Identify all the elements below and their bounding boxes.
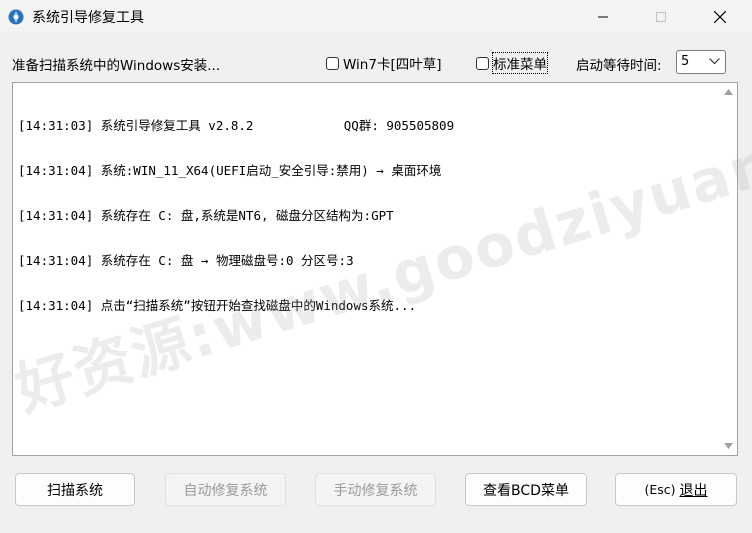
auto-repair-button[interactable]: 自动修复系统 <box>165 473 286 506</box>
exit-button[interactable]: (Esc) 退出 <box>615 473 737 506</box>
app-icon <box>8 9 24 25</box>
title-bar[interactable]: 系统引导修复工具 <box>0 0 752 33</box>
maximize-button[interactable] <box>638 0 684 33</box>
exit-shortcut-label: (Esc) <box>644 482 680 497</box>
exit-label: 退出 <box>679 482 708 499</box>
log-scrollbar[interactable] <box>720 83 737 455</box>
status-text: 准备扫描系统中的Windows安装... <box>12 58 221 74</box>
checkbox-box[interactable] <box>326 56 339 70</box>
minimize-icon <box>598 16 608 17</box>
win7-card-checkbox-label: Win7卡[四叶草] <box>343 57 442 73</box>
log-lines: [14:31:03] 系统引导修复工具 v2.8.2 QQ群: 90550580… <box>18 88 454 343</box>
log-line: [14:31:04] 系统存在 C: 盘,系统是NT6, 磁盘分区结构为:GPT <box>18 208 394 223</box>
scan-system-button[interactable]: 扫描系统 <box>15 473 135 506</box>
wait-time-select[interactable]: 5 <box>676 50 726 74</box>
window-title: 系统引导修复工具 <box>32 10 144 26</box>
wait-time-value: 5 <box>681 54 690 69</box>
view-bcd-menu-button[interactable]: 查看BCD菜单 <box>465 473 587 506</box>
manual-repair-button[interactable]: 手动修复系统 <box>315 473 436 506</box>
log-line: [14:31:03] 系统引导修复工具 v2.8.2 QQ群: 90550580… <box>18 118 455 133</box>
scroll-down-icon[interactable] <box>724 443 733 449</box>
close-button[interactable] <box>697 0 743 33</box>
maximize-icon <box>656 11 666 22</box>
chevron-down-icon <box>709 58 720 65</box>
log-line: [14:31:04] 点击“扫描系统”按钮开始查找磁盘中的Windows系统..… <box>18 298 417 313</box>
win7-card-checkbox[interactable]: Win7卡[四叶草] <box>326 53 441 73</box>
log-output[interactable]: [14:31:03] 系统引导修复工具 v2.8.2 QQ群: 90550580… <box>12 82 738 456</box>
app-window: 系统引导修复工具 准备扫描系统中的Windows安装... Win7卡[四叶草]… <box>0 0 752 533</box>
log-line: [14:31:04] 系统:WIN_11_X64(UEFI启动_安全引导:禁用)… <box>18 163 442 178</box>
standard-menu-checkbox-label: 标准菜单 <box>492 52 548 74</box>
minimize-button[interactable] <box>580 0 626 33</box>
scroll-up-icon[interactable] <box>724 89 733 95</box>
close-icon <box>714 10 726 23</box>
standard-menu-checkbox[interactable]: 标准菜单 <box>476 52 548 74</box>
log-line: [14:31:04] 系统存在 C: 盘 → 物理磁盘号:0 分区号:3 <box>18 253 354 268</box>
checkbox-box[interactable] <box>476 56 489 70</box>
wait-time-label: 启动等待时间: <box>576 58 662 74</box>
